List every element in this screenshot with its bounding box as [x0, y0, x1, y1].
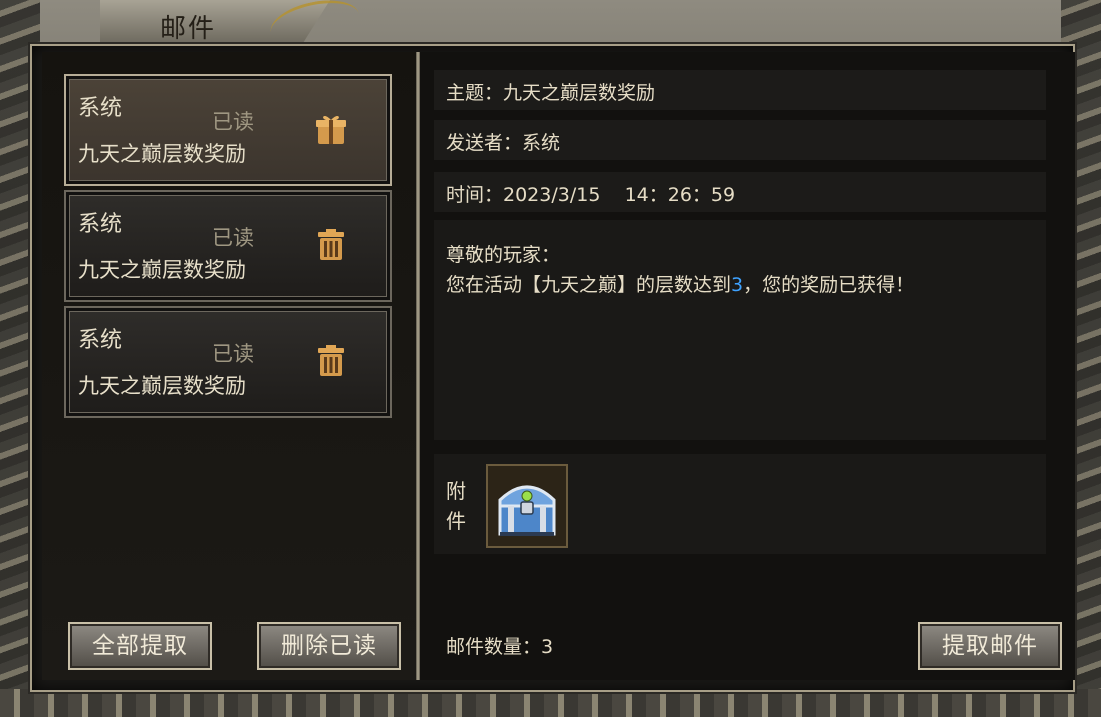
- sender-row: 发送者：系统: [434, 120, 1046, 160]
- mail-detail-subject: 主题：九天之巅层数奖励: [446, 82, 656, 104]
- treasure-chest-icon: [498, 485, 556, 536]
- attachment-area: 附件: [434, 454, 1046, 554]
- attachment-label: 附件: [446, 479, 466, 533]
- claim-mail-button[interactable]: 提取邮件: [918, 622, 1062, 670]
- mail-subject: 九天之巅层数奖励: [78, 374, 246, 398]
- trash-icon[interactable]: [314, 344, 348, 378]
- mail-sender: 系统: [78, 212, 123, 237]
- mail-list-item[interactable]: 系统 已读 九天之巅层数奖励: [64, 190, 392, 302]
- mail-list-item[interactable]: 系统 已读 九天之巅层数奖励: [64, 306, 392, 418]
- time-row: 时间：2023/3/15 14：26：59: [434, 172, 1046, 212]
- window-title: 邮件: [160, 14, 217, 44]
- mail-read-status: 已读: [212, 342, 254, 366]
- mail-body: 尊敬的玩家： 您在活动【九天之巅】的层数达到3，您的奖励已获得！: [434, 220, 1046, 440]
- mail-subject: 九天之巅层数奖励: [78, 258, 246, 282]
- mail-body-line: 您在活动【九天之巅】的层数达到3，您的奖励已获得！: [446, 270, 914, 297]
- mail-count: 邮件数量：3: [446, 636, 554, 658]
- mail-subject: 九天之巅层数奖励: [78, 142, 246, 166]
- layer-count-value: 3: [731, 274, 744, 296]
- attachment-slot[interactable]: [486, 464, 568, 548]
- trash-icon[interactable]: [314, 228, 348, 262]
- mail-detail-sender: 发送者：系统: [446, 132, 561, 154]
- gift-icon[interactable]: [314, 112, 348, 146]
- mail-read-status: 已读: [212, 226, 254, 250]
- mail-sender: 系统: [78, 96, 123, 121]
- body-prefix: 您在活动【九天之巅】的层数达到: [446, 274, 732, 296]
- mail-list-item[interactable]: 系统 已读 九天之巅层数奖励: [64, 74, 392, 186]
- mail-greeting: 尊敬的玩家：: [446, 244, 561, 266]
- claim-all-button[interactable]: 全部提取: [68, 622, 212, 670]
- subject-row: 主题：九天之巅层数奖励: [434, 70, 1046, 110]
- delete-read-button[interactable]: 删除已读: [257, 622, 401, 670]
- body-suffix: ，您的奖励已获得！: [743, 274, 915, 296]
- mail-sender: 系统: [78, 328, 123, 353]
- mail-read-status: 已读: [212, 110, 254, 134]
- mail-detail-time: 时间：2023/3/15 14：26：59: [446, 184, 736, 206]
